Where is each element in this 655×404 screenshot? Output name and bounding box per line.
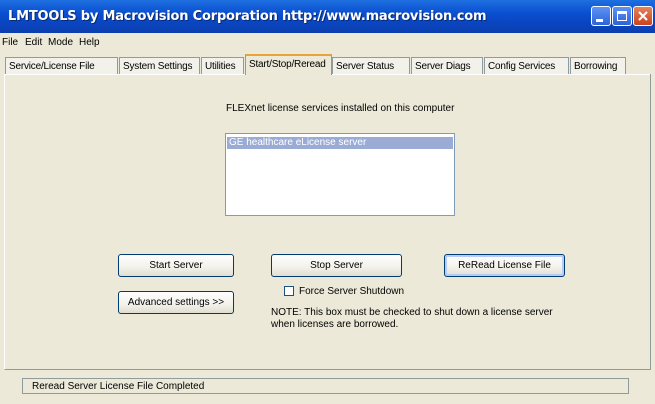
tab-utilities[interactable]: Utilities bbox=[201, 57, 244, 74]
title-bar: LMTOOLS by Macrovision Corporation http:… bbox=[0, 0, 655, 33]
force-shutdown-checkbox[interactable] bbox=[284, 286, 294, 296]
list-item[interactable]: GE healthcare eLicense server bbox=[227, 137, 453, 149]
advanced-settings-button[interactable]: Advanced settings >> bbox=[118, 291, 234, 314]
menu-edit[interactable]: Edit bbox=[25, 37, 42, 48]
menu-help[interactable]: Help bbox=[79, 37, 100, 48]
close-button[interactable] bbox=[633, 6, 653, 26]
force-shutdown-label: Force Server Shutdown bbox=[299, 286, 405, 297]
services-listbox[interactable]: GE healthcare eLicense server bbox=[225, 133, 455, 216]
menu-file[interactable]: File bbox=[2, 37, 18, 48]
status-text: Reread Server License File Completed bbox=[32, 381, 205, 392]
stop-server-button[interactable]: Stop Server bbox=[271, 254, 402, 277]
maximize-button[interactable] bbox=[612, 6, 632, 26]
reread-license-file-button[interactable]: ReRead License File bbox=[444, 254, 565, 277]
start-server-button[interactable]: Start Server bbox=[118, 254, 234, 277]
tab-start-stop-reread[interactable]: Start/Stop/Reread bbox=[245, 54, 332, 75]
maximize-icon bbox=[617, 11, 627, 21]
services-heading: FLEXnet license services installed on th… bbox=[226, 103, 455, 114]
minimize-button[interactable] bbox=[591, 6, 611, 26]
note-text-line1: NOTE: This box must be checked to shut d… bbox=[271, 307, 553, 318]
window-title: LMTOOLS by Macrovision Corporation http:… bbox=[8, 9, 487, 24]
tab-borrowing[interactable]: Borrowing bbox=[570, 57, 626, 74]
tab-config-services[interactable]: Config Services bbox=[484, 57, 569, 74]
tab-service-license-file[interactable]: Service/License File bbox=[5, 57, 118, 74]
menu-bar: File Edit Mode Help bbox=[0, 34, 655, 51]
menu-mode[interactable]: Mode bbox=[48, 37, 73, 48]
tab-server-diags[interactable]: Server Diags bbox=[411, 57, 483, 74]
tab-system-settings[interactable]: System Settings bbox=[119, 57, 200, 74]
note-text-line2: when licenses are borrowed. bbox=[271, 319, 399, 330]
close-icon bbox=[638, 11, 648, 21]
minimize-icon bbox=[596, 19, 603, 22]
tab-server-status[interactable]: Server Status bbox=[332, 57, 410, 74]
status-bar: Reread Server License File Completed bbox=[22, 378, 629, 394]
